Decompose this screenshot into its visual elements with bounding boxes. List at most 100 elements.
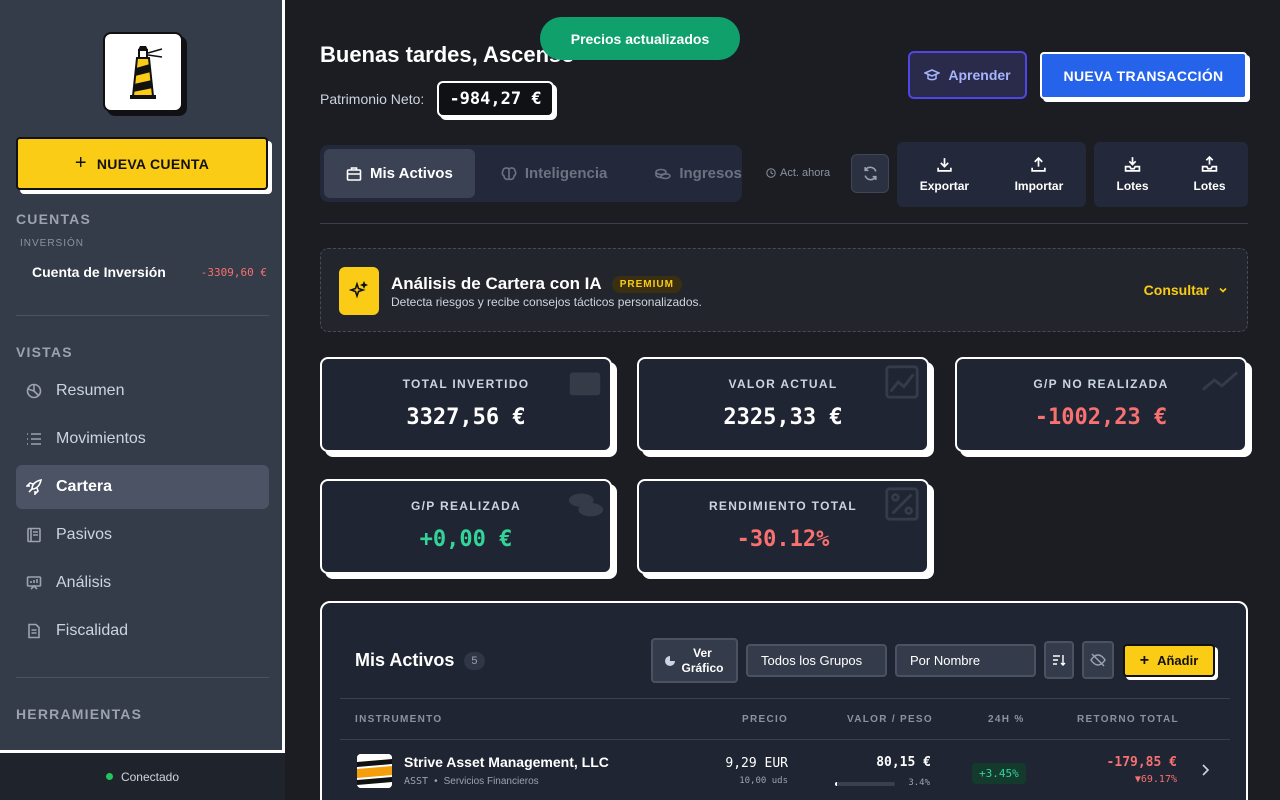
export-label: Exportar bbox=[919, 179, 970, 193]
sidebar-item-resumen[interactable]: Resumen bbox=[16, 369, 269, 413]
sort-select[interactable]: Por Nombre bbox=[895, 644, 1036, 677]
assets-title: Mis Activos 5 bbox=[355, 650, 485, 671]
greeting-title: Buenas tardes, Ascenso bbox=[320, 42, 575, 67]
header-divider bbox=[320, 223, 1248, 224]
eye-off-icon bbox=[1090, 653, 1106, 667]
sidebar-item-fiscalidad[interactable]: Fiscalidad bbox=[16, 609, 269, 653]
briefcase-icon bbox=[346, 166, 362, 181]
learn-label: Aprender bbox=[948, 67, 1011, 83]
refresh-icon bbox=[863, 166, 877, 181]
asset-ticker: ASST bbox=[404, 776, 429, 787]
account-balance: -3309,60 € bbox=[200, 265, 267, 279]
sidebar-item-label: Cartera bbox=[56, 478, 113, 495]
table-divider bbox=[340, 698, 1230, 699]
group-select[interactable]: Todos los Grupos bbox=[746, 644, 887, 677]
tab-inteligencia[interactable]: Inteligencia bbox=[479, 149, 630, 198]
status-dot-icon bbox=[105, 773, 113, 780]
column-header-total-return: RETORNO TOTAL bbox=[1077, 714, 1179, 725]
view-chart-label-1: Ver bbox=[693, 645, 712, 660]
change-24h-badge: +3.45% bbox=[972, 763, 1026, 784]
tray-upload-icon bbox=[1201, 156, 1218, 172]
brain-icon bbox=[501, 166, 517, 180]
plus-icon: + bbox=[1139, 651, 1150, 669]
stat-label: G/P REALIZADA bbox=[410, 499, 522, 513]
pie-chart-icon bbox=[665, 655, 676, 666]
lots-import-label: Lotes bbox=[1193, 179, 1226, 193]
sidebar-item-label: Resumen bbox=[56, 382, 125, 399]
stat-value: 2325,33 € bbox=[723, 405, 843, 430]
tab-ingresos[interactable]: Ingresos bbox=[633, 149, 742, 198]
account-item[interactable]: Cuenta de Inversión -3309,60 € bbox=[32, 264, 267, 280]
add-asset-label: Añadir bbox=[1157, 653, 1199, 668]
book-icon bbox=[27, 527, 41, 543]
chevron-down-icon bbox=[1219, 287, 1227, 293]
ai-title-label: Análisis de Cartera con IA bbox=[391, 274, 602, 293]
assets-panel: Mis Activos 5 Ver Gráfico Todos los Grup… bbox=[320, 601, 1248, 800]
hide-values-button[interactable] bbox=[1082, 641, 1114, 679]
upload-icon bbox=[1031, 156, 1047, 172]
accounts-section-title: CUENTAS bbox=[16, 211, 92, 227]
asset-price: 9,29 EUR bbox=[725, 756, 788, 771]
asset-name: Strive Asset Management, LLC bbox=[404, 754, 609, 770]
asset-units: 10,00 uds bbox=[739, 776, 788, 786]
sort-direction-button[interactable] bbox=[1044, 641, 1074, 679]
ai-analysis-card: Análisis de Cartera con IA PREMIUM Detec… bbox=[320, 248, 1248, 332]
consult-button[interactable]: Consultar bbox=[1144, 282, 1229, 298]
lots-group: Lotes Lotes bbox=[1094, 142, 1248, 207]
asset-return-pct: ▼69.17% bbox=[1134, 774, 1177, 785]
tab-mis-activos[interactable]: Mis Activos bbox=[324, 149, 475, 198]
sidebar-item-analisis[interactable]: Análisis bbox=[16, 561, 269, 605]
chevron-right-icon[interactable] bbox=[1198, 763, 1212, 782]
weight-bar-fill bbox=[835, 782, 838, 786]
sidebar-item-pasivos[interactable]: Pasivos bbox=[16, 513, 269, 557]
asset-meta: ASST • Servicios Financieros bbox=[404, 776, 539, 787]
lots-export-button[interactable]: Lotes bbox=[1116, 156, 1149, 193]
add-asset-button[interactable]: + Añadir bbox=[1123, 644, 1215, 677]
weight-bar bbox=[835, 782, 895, 786]
stat-label: VALOR ACTUAL bbox=[728, 377, 838, 391]
asset-logo bbox=[357, 754, 392, 788]
separator-dot: • bbox=[434, 776, 438, 787]
stat-value: -30.12% bbox=[736, 527, 830, 552]
stat-label: RENDIMIENTO TOTAL bbox=[708, 499, 858, 513]
view-chart-button[interactable]: Ver Gráfico bbox=[651, 638, 738, 683]
sidebar-item-label: Fiscalidad bbox=[56, 622, 129, 639]
view-chart-label-2: Gráfico bbox=[681, 660, 724, 675]
table-row[interactable]: Strive Asset Management, LLC ASST • Serv… bbox=[322, 740, 1246, 800]
presentation-icon bbox=[26, 576, 42, 590]
stat-label: TOTAL INVERTIDO bbox=[402, 377, 530, 391]
sidebar-item-cartera[interactable]: Cartera bbox=[16, 465, 269, 509]
asset-weight: 3.4% bbox=[908, 778, 930, 788]
net-worth-value: -984,27 € bbox=[437, 81, 554, 117]
sidebar: + NUEVA CUENTA CUENTAS INVERSIÓN Cuenta … bbox=[0, 0, 285, 800]
connection-status: Conectado bbox=[0, 750, 285, 800]
learn-button[interactable]: Aprender bbox=[908, 51, 1027, 99]
view-tabs: Mis Activos Inteligencia Ingresos bbox=[320, 145, 742, 202]
new-account-button[interactable]: + NUEVA CUENTA bbox=[16, 137, 268, 190]
stat-current-value: VALOR ACTUAL 2325,33 € bbox=[637, 357, 929, 452]
pie-chart-icon bbox=[26, 383, 42, 399]
stat-value: 3327,56 € bbox=[406, 405, 526, 430]
download-icon bbox=[937, 158, 952, 172]
stat-total-return: RENDIMIENTO TOTAL -30.12% bbox=[637, 479, 929, 574]
premium-badge: PREMIUM bbox=[611, 275, 682, 293]
column-header-price: PRECIO bbox=[742, 714, 789, 725]
ai-analysis-description: Detecta riesgos y recibe consejos táctic… bbox=[391, 295, 702, 309]
new-transaction-button[interactable]: NUEVA TRANSACCIÓN bbox=[1040, 52, 1247, 99]
sort-icon bbox=[1053, 655, 1066, 666]
lots-import-button[interactable]: Lotes bbox=[1193, 156, 1226, 193]
asset-sector: Servicios Financieros bbox=[443, 776, 539, 787]
refresh-button[interactable] bbox=[851, 154, 889, 193]
stat-label: G/P NO REALIZADA bbox=[1033, 377, 1169, 391]
toast-notification: Precios actualizados bbox=[540, 17, 740, 60]
import-button[interactable]: Importar bbox=[1015, 156, 1063, 193]
stat-realized-pl: G/P REALIZADA +0,00 € bbox=[320, 479, 612, 574]
sidebar-item-movimientos[interactable]: Movimientos bbox=[16, 417, 269, 461]
export-button[interactable]: Exportar bbox=[920, 156, 969, 193]
sparkles-icon bbox=[339, 267, 379, 315]
sidebar-divider bbox=[16, 315, 269, 316]
lighthouse-logo[interactable] bbox=[103, 32, 183, 112]
stat-value: -1002,23 € bbox=[1034, 405, 1168, 430]
stat-value: +0,00 € bbox=[419, 527, 513, 552]
column-header-24h: 24H % bbox=[988, 714, 1025, 725]
